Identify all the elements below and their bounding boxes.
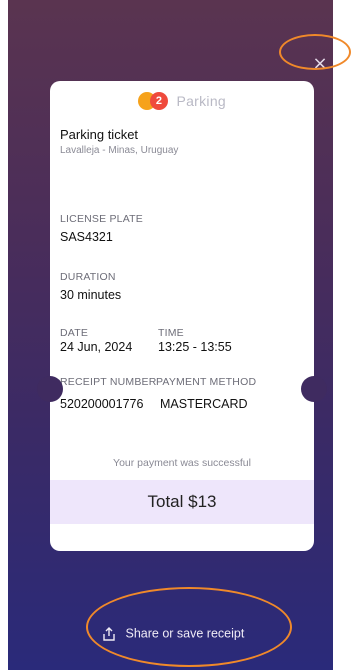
duration-label: DURATION [60,271,116,283]
payment-success-message: Your payment was successful [113,457,251,469]
total-amount: Total $13 [147,492,217,511]
parking-ticket-card: 2 Parking Parking ticket Lavalleja - Min… [50,81,314,551]
receipt-number-label: RECEIPT NUMBER [60,376,156,388]
date-label: DATE [60,327,89,339]
date-value: 24 Jun, 2024 [60,340,133,354]
t2-logo-icon: 2 [137,91,170,111]
brand-header: 2 Parking [50,91,314,111]
share-receipt-button[interactable]: Share or save receipt [102,626,244,646]
ticket-notch-left [37,376,63,402]
receipt-number-value: 520200001776 [60,397,144,411]
receipt-screen: 2 Parking Parking ticket Lavalleja - Min… [8,0,333,670]
ticket-title: Parking ticket [60,127,139,142]
logo-number: 2 [149,92,168,110]
share-receipt-label: Share or save receipt [125,626,245,641]
share-icon [103,626,115,641]
time-value: 13:25 - 13:55 [158,340,232,354]
duration-value: 30 minutes [60,288,122,302]
license-plate-value: SAS4321 [60,230,113,244]
ticket-notch-right [301,376,327,402]
time-label: TIME [158,327,184,339]
close-button[interactable]: × [308,52,332,76]
ticket-location: Lavalleja - Minas, Uruguay [60,145,179,156]
total-bar: Total $13 [50,480,314,524]
license-plate-label: LICENSE PLATE [60,213,143,225]
payment-method-label: PAYMENT METHOD [156,376,257,388]
brand-name: Parking [176,93,227,109]
payment-method-value: MASTERCARD [160,397,248,411]
